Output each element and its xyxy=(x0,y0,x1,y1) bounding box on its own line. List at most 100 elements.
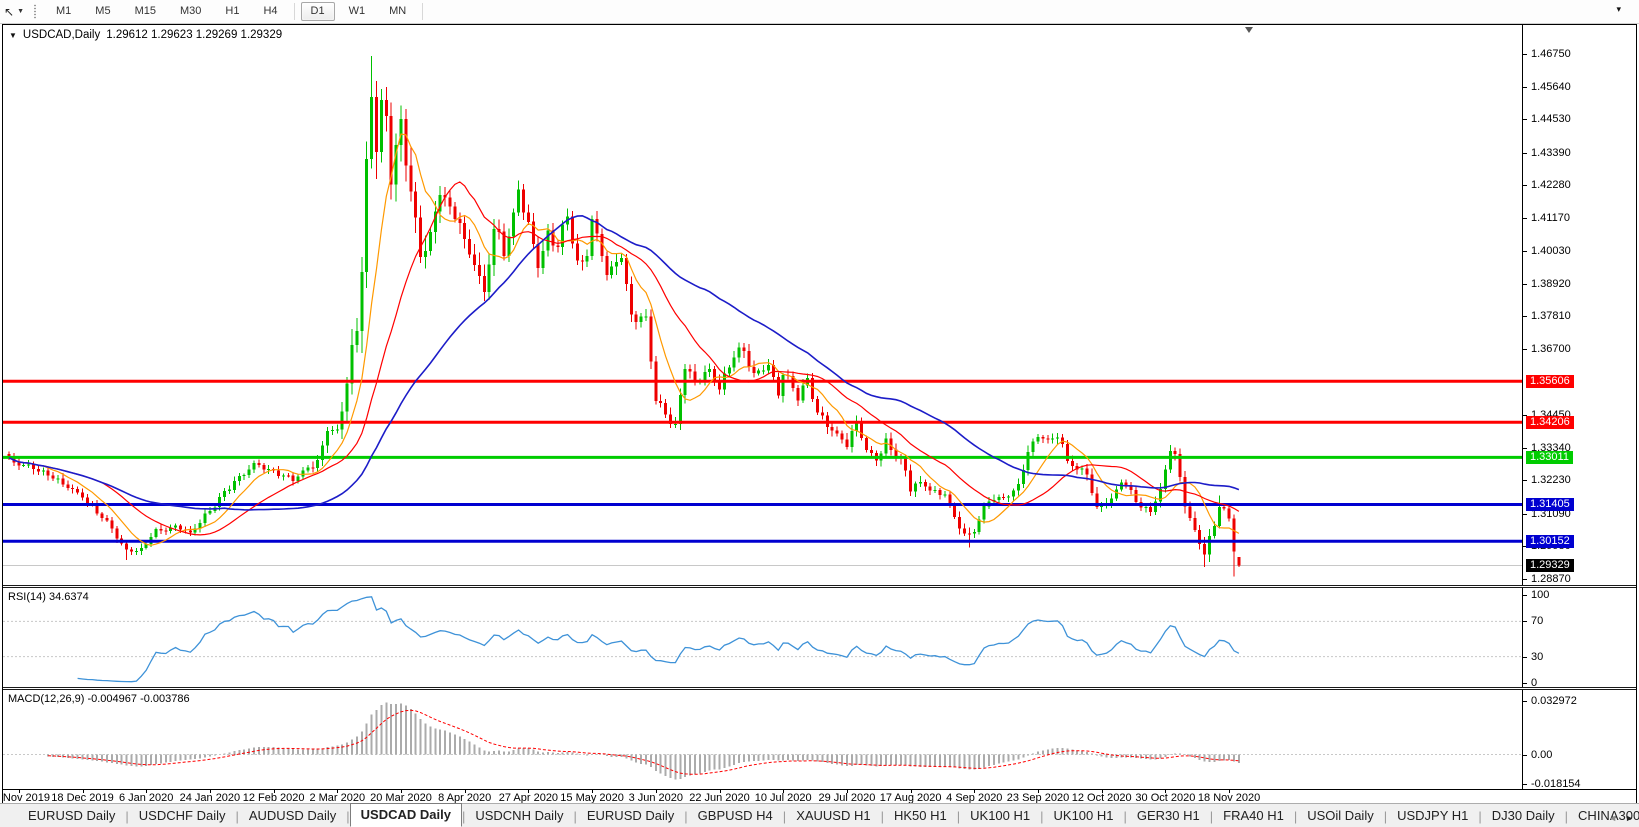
cursor-tool-dropdown-icon[interactable]: ▼ xyxy=(17,8,24,15)
tab-scroll-left-icon[interactable]: ◄ xyxy=(1608,813,1617,823)
symbol-tab[interactable]: XAUUSD H1 xyxy=(786,806,880,827)
chart-quote-values: 1.29612 1.29623 1.29269 1.29329 xyxy=(106,29,283,41)
tab-scroll-right-icon[interactable]: ► xyxy=(1625,813,1634,823)
price-chart-canvas[interactable] xyxy=(3,25,1524,585)
axis-tick xyxy=(1523,579,1527,580)
symbol-tab[interactable]: USDCNH Daily xyxy=(465,806,573,827)
axis-tick xyxy=(1523,514,1527,515)
macd-pane: MACD(12,26,9) -0.004967 -0.003786 0.0329… xyxy=(3,690,1636,790)
symbol-tabbar: EURUSD Daily | USDCHF Daily | AUDUSD Daily | U… xyxy=(0,803,1639,827)
symbol-tabs: EURUSD Daily | USDCHF Daily | AUDUSD Daily | U… xyxy=(18,803,1639,827)
cursor-tool-button[interactable]: ↖ ▼ xyxy=(4,6,24,18)
price-tick-label: 1.32230 xyxy=(1531,473,1571,486)
symbol-tab[interactable]: USDCHF Daily xyxy=(129,806,236,827)
symbol-tab[interactable]: FRA40 H1 xyxy=(1213,806,1294,827)
timeframe-button-m5[interactable]: M5 xyxy=(85,2,120,21)
timeframe-button-d1[interactable]: D1 xyxy=(300,2,335,21)
tab-scrollers: ◄ ► xyxy=(1608,813,1634,823)
timeframe-button-m15[interactable]: M15 xyxy=(125,2,166,21)
symbol-tab[interactable]: AUDUSD Daily xyxy=(239,806,346,827)
symbol-tab[interactable]: GER30 H1 xyxy=(1127,806,1210,827)
rsi-tick-label: 30 xyxy=(1531,650,1544,663)
timeframe-button-m30[interactable]: M30 xyxy=(170,2,211,21)
price-tick-label: 1.46750 xyxy=(1531,47,1571,60)
toolbar-overflow-icon[interactable]: ▾ xyxy=(1616,4,1621,15)
toolbar-group-separator xyxy=(293,3,295,20)
axis-tick xyxy=(1523,349,1527,350)
axis-tick xyxy=(1523,595,1527,596)
rsi-tick-label: 70 xyxy=(1531,614,1544,627)
price-tick-label: 1.45640 xyxy=(1531,80,1571,93)
axis-tick xyxy=(1523,448,1527,449)
level-price-label: 1.34206 xyxy=(1526,416,1574,429)
price-tick-label: 1.37810 xyxy=(1531,309,1571,322)
symbol-tab-active[interactable]: USDCAD Daily xyxy=(349,803,462,827)
timeframe-toolbar: ↖ ▼ M1 M5 M15 M30 H1 H4 D1 W1 MN ▾ xyxy=(0,0,1639,24)
price-tick-label: 1.38920 xyxy=(1531,277,1571,290)
axis-tick xyxy=(1523,755,1527,756)
axis-tick xyxy=(1523,657,1527,658)
cursor-tool-icon: ↖ xyxy=(4,4,15,19)
symbol-tab[interactable]: USOil Daily xyxy=(1297,806,1383,827)
rsi-tick-label: 0 xyxy=(1531,676,1538,689)
price-tick-label: 1.40030 xyxy=(1531,244,1571,257)
symbol-tab[interactable]: UK100 H1 xyxy=(960,806,1040,827)
timeframe-button-w1[interactable]: W1 xyxy=(339,2,376,21)
axis-tick xyxy=(1523,284,1527,285)
macd-chart-canvas[interactable] xyxy=(3,690,1524,789)
symbol-tab[interactable]: EURUSD Daily xyxy=(577,806,684,827)
level-price-label: 1.31405 xyxy=(1526,498,1574,511)
axis-tick xyxy=(1523,218,1527,219)
macd-axis[interactable]: 0.032972 0.00 -0.018154 xyxy=(1522,690,1636,790)
chart-window: ▼ USDCAD,Daily 1.29612 1.29623 1.29269 1… xyxy=(0,24,1637,805)
axis-tick xyxy=(1523,480,1527,481)
timeframe-buttons: M1 M5 M15 M30 H1 H4 D1 W1 MN xyxy=(44,2,427,21)
axis-tick xyxy=(1523,185,1527,186)
symbol-tab[interactable]: UK100 H1 xyxy=(1044,806,1124,827)
current-price-label: 1.29329 xyxy=(1526,559,1574,572)
axis-tick xyxy=(1523,87,1527,88)
symbol-tab[interactable]: GBPUSD H4 xyxy=(688,806,783,827)
rsi-axis[interactable]: 100 70 30 0 xyxy=(1522,588,1636,689)
trading-platform-window: ↖ ▼ M1 M5 M15 M30 H1 H4 D1 W1 MN ▾ ▼ USDCAD,Dail… xyxy=(0,0,1639,827)
timeframe-button-m1[interactable]: M1 xyxy=(46,2,81,21)
price-tick-label: 1.43390 xyxy=(1531,146,1571,159)
rsi-indicator-label: RSI(14) 34.6374 xyxy=(8,591,89,603)
chart-collapse-icon[interactable]: ▼ xyxy=(9,31,17,40)
axis-tick xyxy=(1523,153,1527,154)
rsi-pane: RSI(14) 34.6374 100 70 30 0 xyxy=(3,588,1636,689)
timeframe-button-h4[interactable]: H4 xyxy=(253,2,287,21)
axis-tick xyxy=(1523,784,1527,785)
macd-tick-label: 0.032972 xyxy=(1531,694,1577,707)
symbol-tab[interactable]: DJ30 Daily xyxy=(1482,806,1565,827)
chart-title: ▼ USDCAD,Daily 1.29612 1.29623 1.29269 1… xyxy=(9,29,282,41)
rsi-chart-canvas[interactable] xyxy=(3,588,1524,687)
axis-tick xyxy=(1523,316,1527,317)
toolbar-drag-handle[interactable] xyxy=(33,4,37,19)
axis-tick xyxy=(1523,701,1527,702)
symbol-tab[interactable]: HK50 H1 xyxy=(884,806,957,827)
chart-shift-marker xyxy=(1244,27,1253,33)
symbol-tab[interactable]: USDJPY H1 xyxy=(1387,806,1478,827)
timeframe-button-mn[interactable]: MN xyxy=(379,2,416,21)
level-price-label: 1.33011 xyxy=(1526,451,1573,464)
price-tick-label: 1.41170 xyxy=(1531,211,1570,224)
axis-tick xyxy=(1523,119,1527,120)
price-tick-label: 1.42280 xyxy=(1531,178,1571,191)
axis-tick xyxy=(1523,621,1527,622)
chart-symbol-label: USDCAD,Daily xyxy=(22,29,101,41)
axis-tick xyxy=(1523,683,1527,684)
timeframe-button-h1[interactable]: H1 xyxy=(215,2,249,21)
macd-tick-label: 0.00 xyxy=(1531,748,1553,761)
macd-indicator-label: MACD(12,26,9) -0.004967 -0.003786 xyxy=(8,693,190,705)
price-axis[interactable]: 1.46750 1.45640 1.44530 1.43390 1.42280 1.411… xyxy=(1522,25,1636,585)
rsi-tick-label: 100 xyxy=(1531,588,1550,601)
axis-tick xyxy=(1523,54,1527,55)
level-price-label: 1.35606 xyxy=(1526,375,1574,388)
price-tick-label: 1.44530 xyxy=(1531,112,1571,125)
symbol-tab[interactable]: EURUSD Daily xyxy=(18,806,125,827)
axis-tick xyxy=(1523,251,1527,252)
price-tick-label: 1.36700 xyxy=(1531,342,1571,355)
price-tick-label: 1.28870 xyxy=(1531,572,1571,585)
price-pane: ▼ USDCAD,Daily 1.29612 1.29623 1.29269 1… xyxy=(3,25,1636,585)
